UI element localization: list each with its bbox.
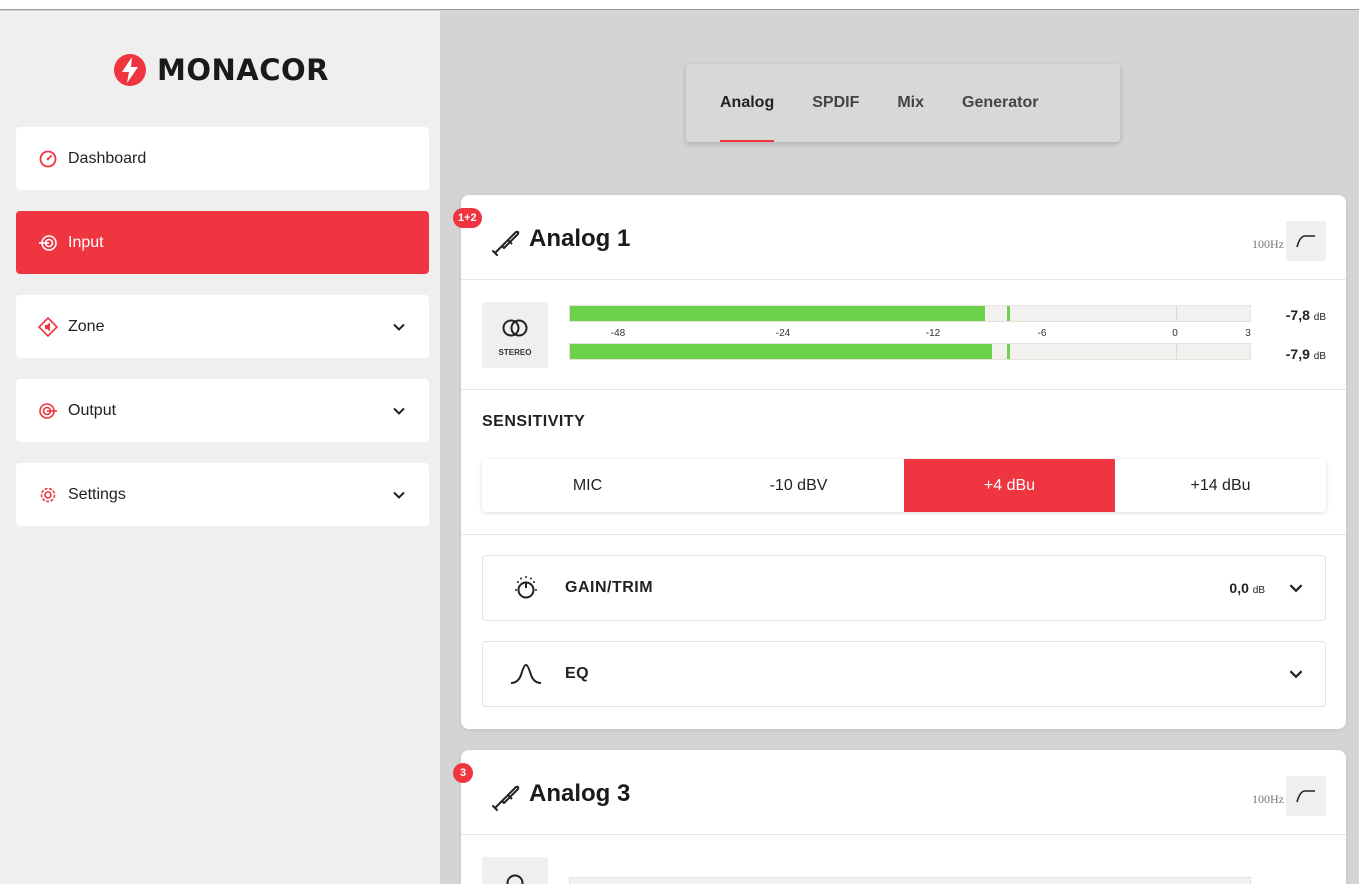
jack-plug-icon bbox=[492, 785, 520, 811]
highpass-frequency: 100Hz bbox=[1252, 237, 1284, 251]
gain-trim-label: GAIN/TRIM bbox=[565, 579, 654, 596]
sensitivity-selector: MIC -10 dBV +4 dBu +14 dBu bbox=[482, 459, 1326, 512]
channel-badge: 3 bbox=[453, 763, 473, 783]
tab-analog[interactable]: Analog bbox=[720, 64, 775, 142]
chevron-down-icon[interactable] bbox=[391, 319, 407, 335]
gain-trim-accordion[interactable]: GAIN/TRIM 0,0 dB bbox=[482, 555, 1326, 621]
mono-link-icon bbox=[506, 874, 524, 884]
sidebar-item-label: Output bbox=[68, 401, 117, 419]
level-meter bbox=[569, 877, 1251, 884]
sensitivity-option-mic[interactable]: MIC bbox=[482, 459, 693, 512]
input-icon bbox=[38, 233, 58, 253]
brand-logo: MONACOR bbox=[113, 53, 329, 87]
scale-tick: -6 bbox=[1037, 328, 1047, 339]
scale-tick: -48 bbox=[610, 328, 626, 339]
chevron-down-icon[interactable] bbox=[1287, 665, 1305, 683]
input-card-analog-3: 3 Analog 3 100Hz bbox=[453, 750, 1346, 884]
gain-value: 0,0 bbox=[1229, 580, 1249, 596]
channel-badge: 1+2 bbox=[453, 208, 482, 228]
meter-peak bbox=[1007, 344, 1011, 359]
divider bbox=[461, 389, 1346, 390]
eq-label: EQ bbox=[565, 665, 590, 682]
level-readout-left: -7,8 dB bbox=[1286, 307, 1326, 323]
highpass-frequency: 100Hz bbox=[1252, 792, 1284, 806]
input-card-analog-1: 1+2 Analog 1 100Hz STEREO -48 -24 -12 -6… bbox=[453, 195, 1346, 729]
eq-accordion[interactable]: EQ bbox=[482, 641, 1326, 707]
scale-tick: 0 bbox=[1172, 328, 1178, 339]
sidebar-item-zone[interactable]: Zone bbox=[16, 295, 429, 358]
scale-tick: -12 bbox=[925, 328, 941, 339]
brand-name: MONACOR bbox=[157, 53, 329, 87]
card-header: 3 Analog 3 100Hz bbox=[453, 750, 1346, 835]
highpass-filter-button[interactable] bbox=[1286, 776, 1326, 816]
meter-zero-mark bbox=[1176, 306, 1177, 321]
level-unit: dB bbox=[1313, 351, 1326, 362]
sidebar-item-dashboard[interactable]: Dashboard bbox=[16, 127, 429, 190]
divider bbox=[461, 534, 1346, 535]
sidebar-item-label: Settings bbox=[68, 485, 126, 503]
settings-icon bbox=[38, 485, 58, 505]
stereo-link-icon bbox=[502, 319, 528, 337]
chevron-down-icon[interactable] bbox=[1287, 579, 1305, 597]
chevron-down-icon[interactable] bbox=[391, 487, 407, 503]
zone-icon bbox=[38, 316, 58, 337]
window-top-edge bbox=[0, 0, 1359, 10]
card-title: Analog 3 bbox=[529, 780, 631, 807]
meter-scale: -48 -24 -12 -6 0 3 bbox=[569, 328, 1259, 340]
sensitivity-option-plus4dbu[interactable]: +4 dBu bbox=[904, 459, 1115, 512]
level-value: -7,9 bbox=[1285, 346, 1310, 362]
tab-spdif[interactable]: SPDIF bbox=[812, 64, 859, 142]
sidebar-item-label: Input bbox=[68, 233, 104, 251]
scale-tick: -24 bbox=[775, 328, 791, 339]
dashboard-icon bbox=[38, 149, 58, 169]
scale-tick: 3 bbox=[1245, 328, 1251, 339]
sidebar-item-label: Dashboard bbox=[68, 149, 147, 167]
eq-bell-icon bbox=[509, 659, 543, 689]
level-readout-right: -7,9 dB bbox=[1286, 346, 1326, 362]
level-meter-right bbox=[569, 343, 1251, 360]
tab-mix[interactable]: Mix bbox=[897, 64, 924, 142]
monacor-logo-icon bbox=[114, 54, 146, 86]
gain-knob-icon bbox=[509, 573, 543, 603]
highpass-filter-icon bbox=[1296, 235, 1315, 248]
chevron-down-icon[interactable] bbox=[391, 403, 407, 419]
gain-unit: dB bbox=[1252, 585, 1265, 596]
sidebar-item-input[interactable]: Input bbox=[16, 211, 429, 274]
sensitivity-label: SENSITIVITY bbox=[482, 413, 586, 430]
meter-zero-mark bbox=[1176, 344, 1177, 359]
card-header: 1+2 Analog 1 100Hz bbox=[453, 195, 1346, 280]
meter-fill bbox=[570, 306, 985, 321]
input-tabs: Analog SPDIF Mix Generator bbox=[686, 64, 1120, 142]
stereo-link-button[interactable]: STEREO bbox=[482, 302, 548, 368]
sidebar: MONACOR Dashboard Input Zone Output Sett… bbox=[0, 11, 440, 884]
highpass-filter-button[interactable] bbox=[1286, 221, 1326, 261]
output-icon bbox=[38, 401, 58, 421]
gain-trim-value: 0,0 dB bbox=[1229, 580, 1265, 596]
stereo-link-button[interactable] bbox=[482, 857, 548, 884]
highpass-filter-icon bbox=[1296, 790, 1315, 803]
card-title: Analog 1 bbox=[529, 225, 631, 252]
level-meter-left bbox=[569, 305, 1251, 322]
sensitivity-option-plus14dbu[interactable]: +14 dBu bbox=[1115, 459, 1326, 512]
stereo-label: STEREO bbox=[498, 348, 532, 357]
sidebar-item-label: Zone bbox=[68, 317, 105, 335]
sidebar-item-settings[interactable]: Settings bbox=[16, 463, 429, 526]
sidebar-item-output[interactable]: Output bbox=[16, 379, 429, 442]
sensitivity-option-minus10dbv[interactable]: -10 dBV bbox=[693, 459, 904, 512]
jack-plug-icon bbox=[492, 230, 520, 256]
level-value: -7,8 bbox=[1285, 307, 1310, 323]
tab-generator[interactable]: Generator bbox=[962, 64, 1038, 142]
meter-fill bbox=[570, 344, 992, 359]
meter-peak bbox=[1007, 306, 1011, 321]
level-unit: dB bbox=[1313, 312, 1326, 323]
